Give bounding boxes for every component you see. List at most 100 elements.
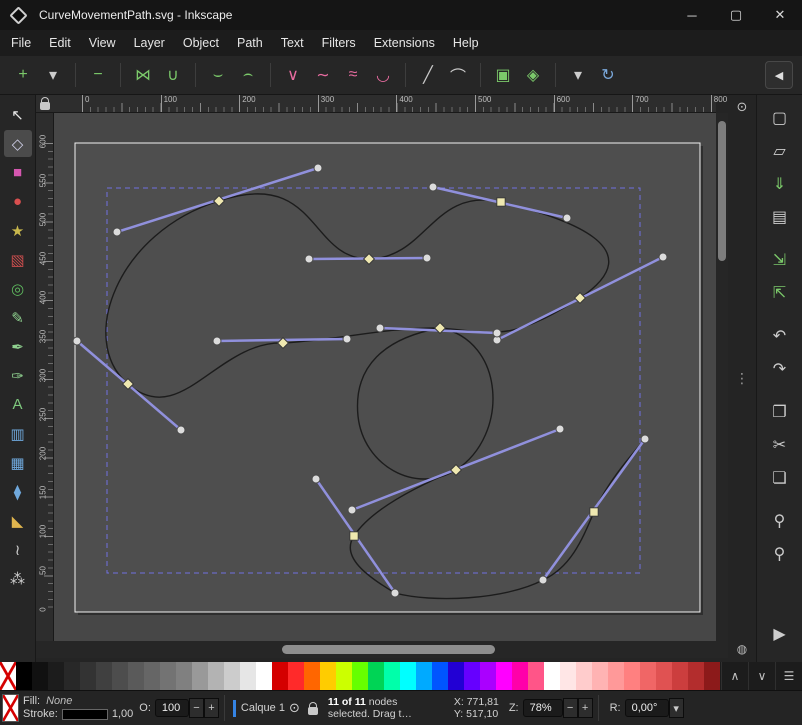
spray-tool-icon[interactable]: ⁂ bbox=[4, 565, 32, 592]
horizontal-ruler[interactable]: 0100200300400500600700800 bbox=[54, 95, 716, 113]
handle-end-point[interactable] bbox=[429, 183, 437, 191]
layer-visibility-icon[interactable]: ⊙ bbox=[289, 700, 300, 716]
handle-end-point[interactable] bbox=[113, 228, 121, 236]
star-tool-icon[interactable]: ★ bbox=[4, 217, 32, 244]
gradient-tool-icon[interactable]: ▥ bbox=[4, 420, 32, 447]
palette-swatch-5a5a5a[interactable] bbox=[128, 662, 144, 690]
palette-swatch-ffcc00[interactable] bbox=[320, 662, 336, 690]
minimize-button[interactable]: ─ bbox=[670, 0, 714, 30]
palette-swatch-282828[interactable] bbox=[64, 662, 80, 690]
vertical-scrollbar-thumb[interactable] bbox=[718, 121, 726, 261]
zoom-page-button[interactable]: ⚲ bbox=[765, 541, 795, 567]
node-auto-button[interactable]: ◡ bbox=[368, 61, 398, 89]
rotate-canvas-button[interactable]: ↻ bbox=[593, 61, 623, 89]
menu-object[interactable]: Object bbox=[174, 32, 228, 54]
save-document-button[interactable]: ⇓ bbox=[765, 171, 795, 197]
palette-swatch-f06666[interactable] bbox=[640, 662, 656, 690]
palette-swatch-999999[interactable] bbox=[192, 662, 208, 690]
close-button[interactable]: ✕ bbox=[758, 0, 802, 30]
palette-swatch-b3b3b3[interactable] bbox=[208, 662, 224, 690]
drawing-svg[interactable] bbox=[54, 113, 716, 641]
palette-swatch-2200d4[interactable] bbox=[448, 662, 464, 690]
break-node-button[interactable]: ⋈ bbox=[128, 61, 158, 89]
menu-extensions[interactable]: Extensions bbox=[365, 32, 444, 54]
palette-swatch-00ffff[interactable] bbox=[400, 662, 416, 690]
show-handles-dropdown-button[interactable]: ▾ bbox=[563, 61, 593, 89]
palette-swatch-737373[interactable] bbox=[160, 662, 176, 690]
delete-segment-button[interactable]: ⌢ bbox=[233, 61, 263, 89]
duplicate-button[interactable]: ❐ bbox=[765, 399, 795, 425]
menu-text[interactable]: Text bbox=[272, 32, 313, 54]
handle-end-point[interactable] bbox=[556, 425, 564, 433]
handle-end-point[interactable] bbox=[376, 324, 384, 332]
commands-bar-grip[interactable]: ⋮ bbox=[735, 370, 749, 387]
handle-end-point[interactable] bbox=[343, 335, 351, 343]
palette-swatch-cc3e3e[interactable] bbox=[672, 662, 688, 690]
spiral-tool-icon[interactable]: ◎ bbox=[4, 275, 32, 302]
handle-end-point[interactable] bbox=[213, 337, 221, 345]
layer-lock-icon[interactable] bbox=[308, 707, 318, 715]
vertical-scrollbar[interactable] bbox=[716, 113, 728, 641]
opacity-increase-button[interactable]: + bbox=[204, 698, 219, 718]
node-smooth-button[interactable]: ∼ bbox=[308, 61, 338, 89]
zoom-field[interactable]: 78% bbox=[523, 699, 563, 717]
menu-view[interactable]: View bbox=[80, 32, 125, 54]
handle-end-point[interactable] bbox=[73, 337, 81, 345]
handle-end-point[interactable] bbox=[563, 214, 571, 222]
palette-swatch-1c1c1c[interactable] bbox=[48, 662, 64, 690]
paste-button[interactable]: ❏ bbox=[765, 465, 795, 491]
insert-node-button[interactable]: + bbox=[8, 61, 38, 89]
fill-none-indicator[interactable] bbox=[2, 694, 19, 722]
horizontal-scrollbar-thumb[interactable] bbox=[282, 645, 495, 654]
zoom-drawing-button[interactable]: ⚲ bbox=[765, 508, 795, 534]
new-document-button[interactable]: ▢ bbox=[765, 105, 795, 131]
segment-line-button[interactable]: ╱ bbox=[413, 61, 443, 89]
palette-swatch-00ffaa[interactable] bbox=[384, 662, 400, 690]
palette-swatch-ff00ff[interactable] bbox=[496, 662, 512, 690]
palette-swatch-cccccc[interactable] bbox=[224, 662, 240, 690]
stroke-color-swatch[interactable] bbox=[62, 709, 108, 720]
palette-scroll-up-button[interactable]: ∧ bbox=[721, 662, 748, 690]
palette-scroll-down-button[interactable]: ∨ bbox=[748, 662, 775, 690]
palette-swatch-8c1a1a[interactable] bbox=[704, 662, 720, 690]
palette-swatch-ffb3b3[interactable] bbox=[592, 662, 608, 690]
palette-swatch-ff6600[interactable] bbox=[304, 662, 320, 690]
delete-node-button[interactable]: − bbox=[83, 61, 113, 89]
menu-file[interactable]: File bbox=[2, 32, 40, 54]
lock-guides-icon[interactable] bbox=[40, 102, 50, 110]
segment-curve-button[interactable]: ⌒ bbox=[443, 61, 473, 89]
selector-tool-icon[interactable]: ↖ bbox=[4, 101, 32, 128]
collapse-commands-bar-button[interactable]: ◀ bbox=[765, 61, 793, 89]
canvas-area[interactable] bbox=[54, 113, 716, 641]
color-managed-view-icon[interactable]: ◍ bbox=[737, 642, 747, 656]
node-symmetric-button[interactable]: ≈ bbox=[338, 61, 368, 89]
palette-swatch-666666[interactable] bbox=[144, 662, 160, 690]
handle-end-point[interactable] bbox=[314, 164, 322, 172]
menu-layer[interactable]: Layer bbox=[125, 32, 174, 54]
handle-end-point[interactable] bbox=[423, 254, 431, 262]
mesh-tool-icon[interactable]: ▦ bbox=[4, 449, 32, 476]
palette-swatch-333333[interactable] bbox=[80, 662, 96, 690]
menu-help[interactable]: Help bbox=[444, 32, 488, 54]
zoom-decrease-button[interactable]: − bbox=[563, 698, 578, 718]
box3d-tool-icon[interactable]: ▧ bbox=[4, 246, 32, 273]
palette-swatch-00d455[interactable] bbox=[368, 662, 384, 690]
palette-swatch-ff5588[interactable] bbox=[528, 662, 544, 690]
node-cusp-button[interactable]: ∨ bbox=[278, 61, 308, 89]
palette-menu-button[interactable]: ☰ bbox=[775, 662, 802, 690]
handle-end-point[interactable] bbox=[177, 426, 185, 434]
undo-button[interactable]: ↶ bbox=[765, 323, 795, 349]
palette-swatch-000000[interactable] bbox=[16, 662, 32, 690]
join-with-segment-button[interactable]: ⌣ bbox=[203, 61, 233, 89]
stroke-to-path-button[interactable]: ◈ bbox=[518, 61, 548, 89]
calligraphy-tool-icon[interactable]: ✑ bbox=[4, 362, 32, 389]
palette-swatch-aa00ff[interactable] bbox=[480, 662, 496, 690]
fill-stroke-indicator[interactable]: Fill:None Stroke:1,00 bbox=[23, 695, 133, 721]
path-node-square[interactable] bbox=[497, 198, 505, 206]
rotation-field[interactable]: 0,00° bbox=[625, 699, 669, 717]
palette-swatch-b32d2d[interactable] bbox=[688, 662, 704, 690]
expand-panel-button[interactable]: ▶ bbox=[765, 621, 795, 647]
palette-swatch-e6e6e6[interactable] bbox=[240, 662, 256, 690]
handle-end-point[interactable] bbox=[539, 576, 547, 584]
handle-end-point[interactable] bbox=[493, 329, 501, 337]
